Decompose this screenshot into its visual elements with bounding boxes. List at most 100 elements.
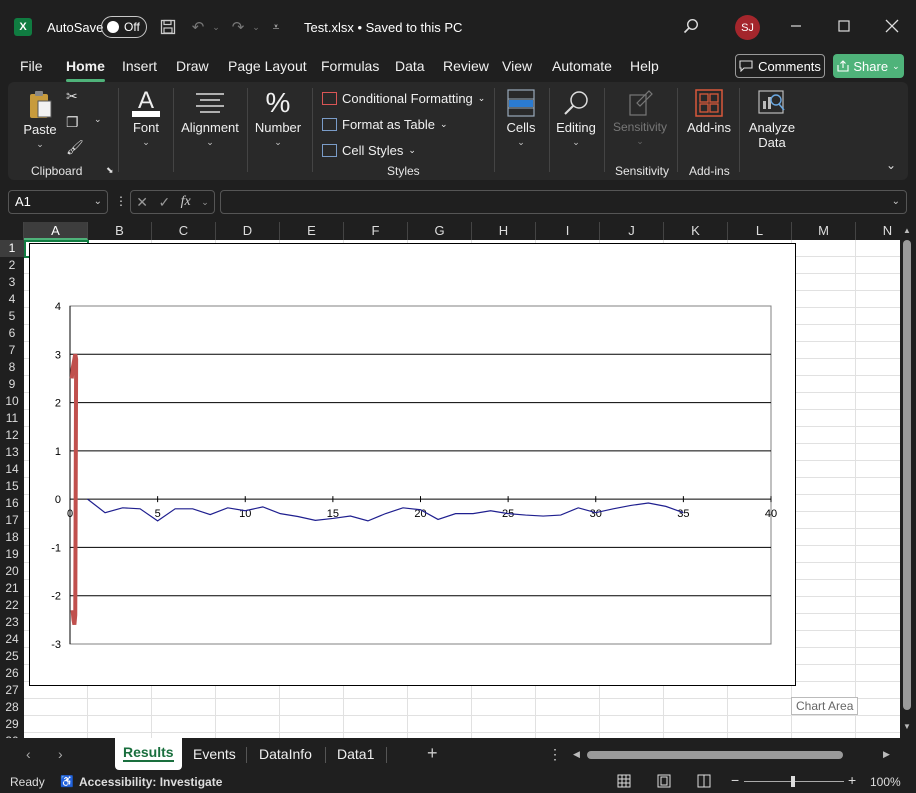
column-header-h[interactable]: H <box>472 222 536 240</box>
number-button[interactable]: % Number ⌄ <box>254 86 302 148</box>
row-header-21[interactable]: 21 <box>0 580 24 597</box>
maximize-icon[interactable] <box>832 14 856 38</box>
row-header-24[interactable]: 24 <box>0 631 24 648</box>
row-header-18[interactable]: 18 <box>0 529 24 546</box>
row-header-15[interactable]: 15 <box>0 478 24 495</box>
dialog-launcher-icon[interactable]: ⬊ <box>106 165 114 176</box>
menu-data[interactable]: Data <box>395 58 425 78</box>
row-header-25[interactable]: 25 <box>0 648 24 665</box>
row-header-20[interactable]: 20 <box>0 563 24 580</box>
undo-dropdown-icon[interactable]: ⌄ <box>206 17 226 37</box>
close-icon[interactable] <box>880 14 904 38</box>
scroll-up-icon[interactable]: ▲ <box>903 226 911 235</box>
menu-help[interactable]: Help <box>630 58 659 78</box>
zoom-slider-thumb[interactable] <box>791 776 795 787</box>
column-header-k[interactable]: K <box>664 222 728 240</box>
menu-view[interactable]: View <box>502 58 532 78</box>
search-icon[interactable] <box>679 14 703 38</box>
avatar[interactable]: SJ <box>735 15 760 40</box>
cell-styles-button[interactable]: Cell Styles ⌄ <box>322 140 416 160</box>
menu-draw[interactable]: Draw <box>176 58 209 78</box>
scroll-down-icon[interactable]: ▼ <box>903 722 911 731</box>
save-icon[interactable] <box>158 17 178 37</box>
format-as-table-button[interactable]: Format as Table ⌄ <box>322 114 448 134</box>
menu-review[interactable]: Review <box>443 58 489 78</box>
row-header-22[interactable]: 22 <box>0 597 24 614</box>
undo-icon[interactable]: ↶ <box>188 17 208 37</box>
horizontal-scrollbar[interactable]: ◀ ▶ <box>573 747 893 763</box>
more-icon[interactable]: ⋮ <box>548 746 562 763</box>
column-header-i[interactable]: I <box>536 222 600 240</box>
editing-button[interactable]: Editing ⌄ <box>554 86 598 148</box>
row-header-16[interactable]: 16 <box>0 495 24 512</box>
cut-icon[interactable]: ✂ <box>66 88 78 105</box>
row-header-3[interactable]: 3 <box>0 274 24 291</box>
zoom-out-icon[interactable]: − <box>731 772 739 788</box>
column-header-d[interactable]: D <box>216 222 280 240</box>
prev-sheet-icon[interactable]: ‹ <box>26 746 31 762</box>
insert-function-button[interactable]: fx <box>181 194 191 210</box>
row-header-2[interactable]: 2 <box>0 257 24 274</box>
column-header-l[interactable]: L <box>728 222 792 240</box>
row-header-10[interactable]: 10 <box>0 393 24 410</box>
column-header-a[interactable]: A <box>24 222 88 240</box>
name-box[interactable]: A1 ⌄ <box>8 190 108 214</box>
row-header-29[interactable]: 29 <box>0 716 24 733</box>
scroll-left-icon[interactable]: ◀ <box>573 749 580 760</box>
formula-input[interactable]: ⌄ <box>220 190 907 214</box>
column-header-j[interactable]: J <box>600 222 664 240</box>
font-button[interactable]: A Font ⌄ <box>128 86 164 148</box>
row-header-5[interactable]: 5 <box>0 308 24 325</box>
zoom-in-icon[interactable]: + <box>848 772 856 788</box>
row-header-26[interactable]: 26 <box>0 665 24 682</box>
column-header-m[interactable]: M <box>792 222 856 240</box>
scroll-right-icon[interactable]: ▶ <box>883 749 890 760</box>
row-header-17[interactable]: 17 <box>0 512 24 529</box>
copy-icon[interactable]: ❐ <box>66 114 79 131</box>
analyze-data-button[interactable]: Analyze Data <box>748 86 796 150</box>
menu-page-layout[interactable]: Page Layout <box>228 58 307 78</box>
copy-dropdown-icon[interactable]: ⌄ <box>94 114 102 125</box>
cells-button[interactable]: Cells ⌄ <box>502 86 540 148</box>
addins-button[interactable]: Add-ins <box>686 86 732 135</box>
ribbon-expand-icon[interactable]: ⌄ <box>886 158 896 172</box>
row-header-6[interactable]: 6 <box>0 325 24 342</box>
enter-icon[interactable]: ✓ <box>158 194 170 211</box>
row-header-1[interactable]: 1 <box>0 240 24 257</box>
vertical-scrollbar[interactable]: ▲ ▼ <box>900 222 916 738</box>
menu-formulas[interactable]: Formulas <box>321 58 379 78</box>
format-painter-icon[interactable]: 🖌 <box>66 139 84 156</box>
row-header-28[interactable]: 28 <box>0 699 24 716</box>
row-header-14[interactable]: 14 <box>0 461 24 478</box>
cancel-icon[interactable]: ✕ <box>136 194 148 211</box>
column-header-f[interactable]: F <box>344 222 408 240</box>
row-header-11[interactable]: 11 <box>0 410 24 427</box>
column-header-b[interactable]: B <box>88 222 152 240</box>
horizontal-scroll-thumb[interactable] <box>587 751 843 759</box>
more-icon[interactable]: ⋮ <box>115 194 127 208</box>
menu-file[interactable]: File <box>20 58 43 78</box>
column-header-n[interactable]: N <box>856 222 900 240</box>
minimize-icon[interactable] <box>784 14 808 38</box>
row-header-19[interactable]: 19 <box>0 546 24 563</box>
menu-home[interactable]: Home <box>66 58 105 82</box>
accessibility-status[interactable]: Accessibility: Investigate <box>79 775 222 789</box>
menu-insert[interactable]: Insert <box>122 58 157 78</box>
row-header-9[interactable]: 9 <box>0 376 24 393</box>
vertical-scroll-thumb[interactable] <box>903 240 911 710</box>
column-header-g[interactable]: G <box>408 222 472 240</box>
column-header-c[interactable]: C <box>152 222 216 240</box>
add-sheet-icon[interactable]: + <box>427 743 438 764</box>
page-break-view-icon[interactable] <box>697 774 711 791</box>
column-header-e[interactable]: E <box>280 222 344 240</box>
row-header-23[interactable]: 23 <box>0 614 24 631</box>
redo-icon[interactable]: ↷ <box>228 17 248 37</box>
sheet-tab-datainfo[interactable]: DataInfo <box>259 746 312 766</box>
sensitivity-button[interactable]: Sensitivity ⌄ <box>610 86 670 147</box>
sheet-tab-results[interactable]: Results <box>115 738 182 770</box>
next-sheet-icon[interactable]: › <box>58 746 63 762</box>
conditional-formatting-button[interactable]: Conditional Formatting ⌄ <box>322 88 485 108</box>
row-header-4[interactable]: 4 <box>0 291 24 308</box>
zoom-level[interactable]: 100% <box>870 775 901 789</box>
select-all-corner[interactable] <box>0 222 24 240</box>
